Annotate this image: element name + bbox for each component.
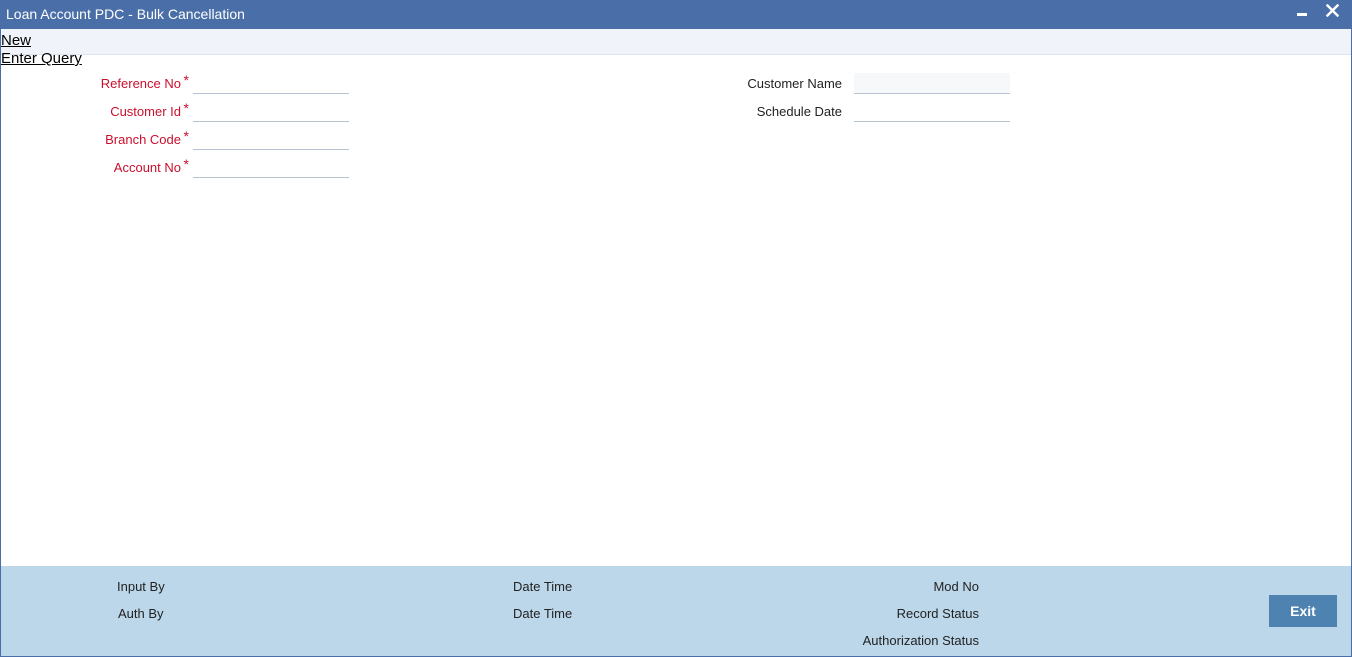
close-button[interactable]: [1321, 1, 1343, 25]
schedule-date-label: Schedule Date: [756, 104, 842, 119]
close-icon: [1326, 4, 1339, 17]
audit-footer: Input By Auth By Date Time Date Time Mod…: [1, 566, 1351, 656]
exit-button[interactable]: Exit: [1269, 595, 1337, 627]
branch-code-label: Branch Code *: [105, 129, 189, 148]
customer-id-input[interactable]: [193, 101, 349, 122]
reference-no-label: Reference No *: [100, 73, 189, 92]
title-bar: Loan Account PDC - Bulk Cancellation: [1, 1, 1351, 29]
required-marker: *: [183, 72, 189, 88]
auth-date-time-label: Date Time: [513, 606, 573, 621]
new-link[interactable]: New: [1, 32, 31, 49]
customer-name-input[interactable]: [854, 73, 1010, 94]
loan-pdc-bulk-cancellation-window: Loan Account PDC - Bulk Cancellation New…: [0, 0, 1352, 657]
auth-by-label: Auth By: [118, 606, 164, 621]
required-marker: *: [183, 156, 189, 172]
toolbar: [1, 29, 1351, 55]
minimize-icon: [1297, 13, 1307, 16]
required-marker: *: [183, 128, 189, 144]
account-no-label: Account No *: [113, 157, 189, 176]
input-date-time-label: Date Time: [513, 579, 573, 594]
required-marker: *: [183, 100, 189, 116]
reference-no-input[interactable]: [193, 73, 349, 94]
reference-no-label-text: Reference No: [100, 76, 181, 91]
enter-query-link[interactable]: Enter Query: [1, 50, 82, 67]
branch-code-label-text: Branch Code: [105, 132, 181, 147]
mod-no-label: Mod No: [933, 579, 979, 594]
customer-name-label: Customer Name: [747, 76, 842, 91]
customer-id-label-text: Customer Id: [110, 104, 181, 119]
branch-code-input[interactable]: [193, 129, 349, 150]
schedule-date-input[interactable]: [854, 101, 1010, 122]
account-no-input[interactable]: [193, 157, 349, 178]
record-status-label: Record Status: [896, 606, 979, 621]
authorization-status-label: Authorization Status: [862, 633, 979, 648]
window-title: Loan Account PDC - Bulk Cancellation: [6, 6, 245, 22]
customer-id-label: Customer Id *: [110, 101, 189, 120]
input-by-label: Input By: [117, 579, 165, 594]
minimize-button[interactable]: [1291, 1, 1313, 25]
account-no-label-text: Account No: [113, 160, 181, 175]
